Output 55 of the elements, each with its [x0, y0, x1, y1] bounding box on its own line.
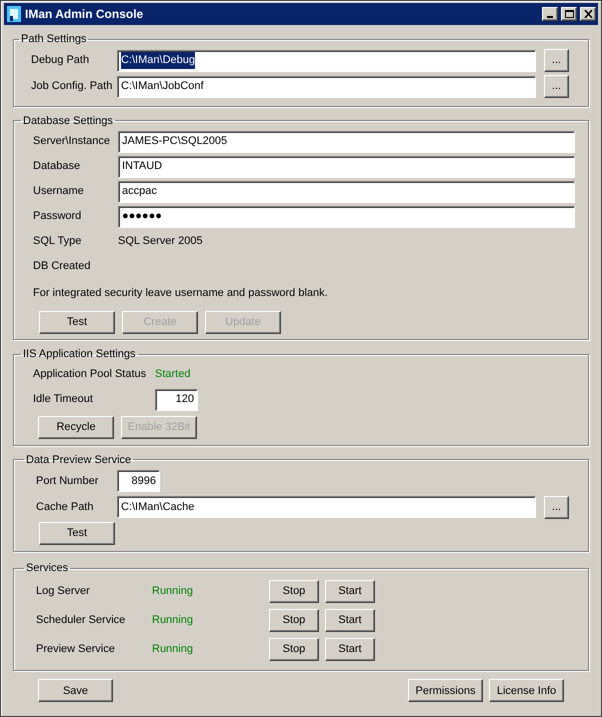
field-label: Preview Service: [36, 642, 116, 657]
input-field[interactable]: C:\IMan\Cache: [117, 496, 536, 518]
input-field[interactable]: 8996: [117, 470, 160, 492]
minimize-button[interactable]: [542, 7, 558, 21]
push-button[interactable]: Permissions: [408, 679, 483, 702]
status-text: Started: [155, 367, 190, 382]
group-title: Path Settings: [20, 32, 88, 47]
input-field[interactable]: INTAUD: [118, 156, 575, 178]
push-button[interactable]: License Info: [489, 679, 564, 702]
field-label: Database: [33, 159, 82, 174]
status-text: Running: [152, 612, 194, 628]
input-field[interactable]: C:\IMan\Debug: [117, 50, 536, 72]
field-label: Server\Instance: [33, 134, 112, 150]
browse-button[interactable]: ...: [544, 49, 569, 72]
browse-button[interactable]: ...: [544, 496, 569, 518]
field-label: Username: [33, 184, 85, 200]
close-button[interactable]: [580, 7, 596, 21]
push-button[interactable]: Stop: [269, 580, 319, 602]
status-text: Running: [152, 584, 194, 599]
password-field[interactable]: ●●●●●●: [118, 206, 575, 228]
group-title: Database Settings: [22, 114, 114, 128]
push-button[interactable]: Test: [39, 311, 115, 334]
field-label: Scheduler Service: [36, 612, 126, 628]
browse-button[interactable]: ...: [544, 75, 569, 98]
input-field[interactable]: accpac: [118, 180, 575, 202]
hint-text: For integrated security leave username and password blank.: [33, 286, 329, 301]
push-button[interactable]: Recycle: [38, 416, 114, 438]
field-label: SQL Type: [33, 234, 82, 250]
field-label: Cache Path: [36, 500, 94, 515]
status-text: Running: [152, 642, 194, 657]
group-title: Data Preview Service: [25, 452, 132, 468]
maximize-button[interactable]: [561, 7, 577, 21]
push-button[interactable]: Start: [325, 608, 375, 632]
push-button[interactable]: Start: [325, 638, 375, 660]
field-label: Idle Timeout: [33, 392, 94, 408]
input-field[interactable]: C:\IMan\JobConf: [117, 76, 536, 98]
push-button[interactable]: Start: [325, 580, 375, 602]
group-title: Services: [25, 561, 70, 576]
field-label: Port Number: [36, 474, 100, 489]
push-button[interactable]: Stop: [269, 608, 319, 632]
input-field[interactable]: JAMES-PC\SQL2005: [118, 130, 575, 152]
window-title: IMan Admin Console: [25, 6, 144, 23]
field-label: Password: [33, 209, 82, 224]
close-icon: [584, 10, 592, 18]
push-button[interactable]: Save: [38, 679, 113, 702]
maximize-icon: [564, 10, 574, 18]
input-field[interactable]: 120: [155, 388, 198, 410]
field-label: Log Server: [36, 584, 91, 599]
push-button[interactable]: Stop: [269, 638, 319, 660]
field-label: Application Pool Status: [33, 367, 148, 382]
group-title: IIS Application Settings: [22, 347, 137, 362]
field-label: Debug Path: [31, 53, 90, 68]
field-label: DB Created: [33, 259, 92, 274]
push-button[interactable]: Test: [39, 522, 115, 545]
field-value: SQL Server 2005: [118, 234, 203, 250]
